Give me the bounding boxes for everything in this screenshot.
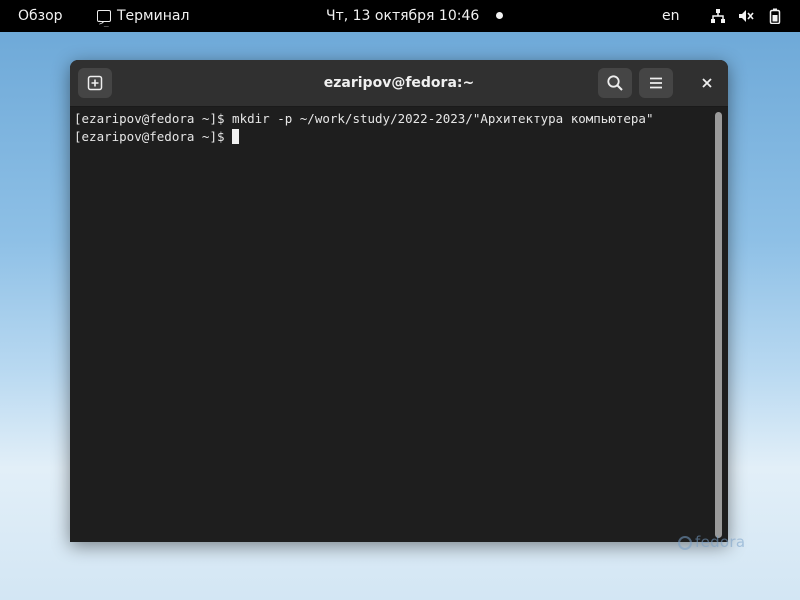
notification-dot-icon [496,12,503,19]
search-button[interactable] [598,68,632,98]
app-menu-button[interactable]: Терминал [97,0,190,39]
terminal-output[interactable]: [ezaripov@fedora ~]$ mkdir -p ~/work/stu… [70,107,714,542]
keyboard-layout-indicator[interactable]: en [662,0,680,32]
text-cursor [232,129,240,144]
fedora-watermark: fedora [678,533,745,551]
clock[interactable]: Чт, 13 октября 10:46 [326,0,479,32]
main-menu-button[interactable] [639,68,673,98]
network-icon[interactable] [710,8,726,24]
volume-muted-icon[interactable] [738,8,754,24]
hamburger-menu-icon [650,77,662,89]
activities-button[interactable]: Обзор [18,0,63,32]
close-icon [702,78,712,88]
close-button[interactable] [690,68,724,98]
terminal-window[interactable]: ezaripov@fedora:~ [ezaripov@fedora ~]$ m… [70,60,728,542]
window-headerbar[interactable]: ezaripov@fedora:~ [70,60,728,107]
battery-icon[interactable] [767,8,783,24]
terminal-line: [ezaripov@fedora ~]$ mkdir -p ~/work/stu… [74,111,654,126]
terminal-prompt-line[interactable]: [ezaripov@fedora ~]$ [74,128,710,146]
search-icon [607,75,623,91]
scrollbar[interactable] [715,112,722,538]
terminal-icon [97,7,111,39]
fedora-logo-icon [678,536,692,550]
terminal-prompt: [ezaripov@fedora ~]$ [74,129,233,144]
fedora-watermark-text: fedora [695,533,746,551]
app-menu-label: Терминал [117,8,190,24]
top-bar: Обзор Терминал Чт, 13 октября 10:46 en [0,0,800,39]
